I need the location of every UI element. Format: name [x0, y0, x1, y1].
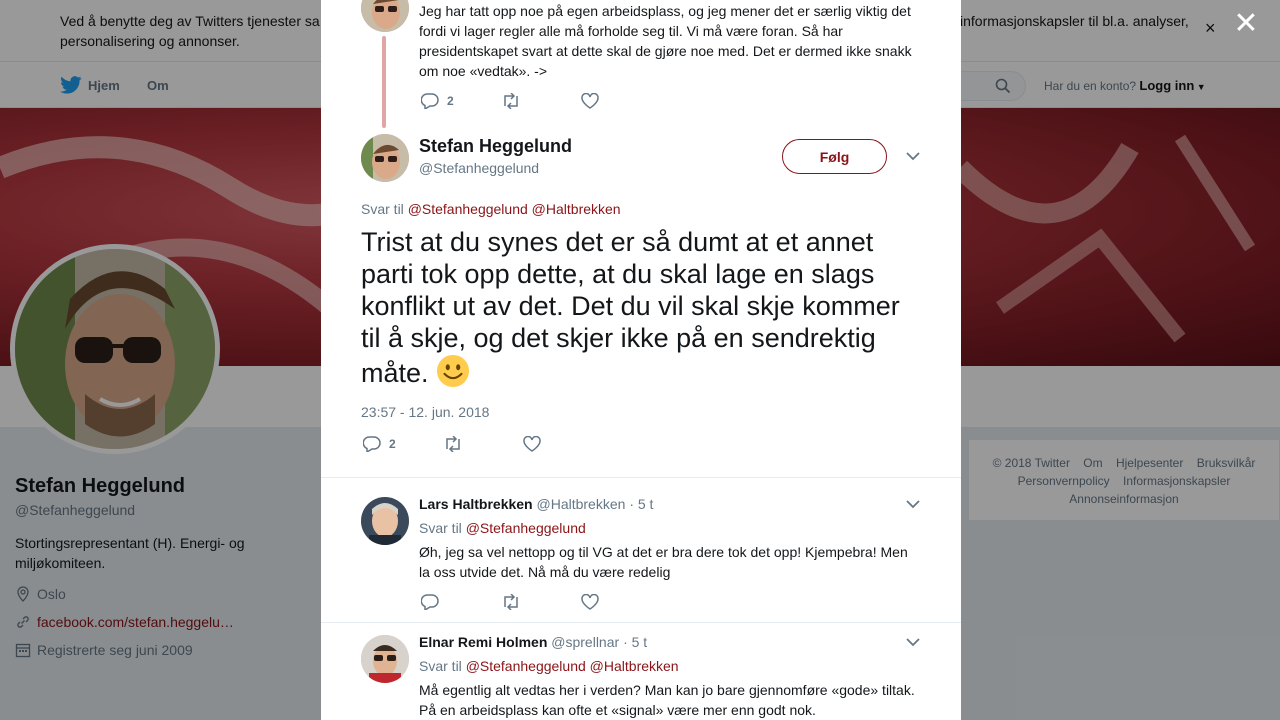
reply-to-mention[interactable]: @Stefanheggelund	[408, 201, 528, 217]
smiley-emoji-icon	[436, 354, 470, 388]
reply-to-mention[interactable]: @Haltbrekken	[532, 201, 621, 217]
reply-author-name[interactable]: Elnar Remi Holmen	[419, 634, 547, 650]
divider	[321, 477, 961, 478]
reply-author[interactable]: Elnar Remi Holmen @sprellnar · 5 t	[419, 634, 647, 650]
prev-tweet-text: Jeg har tatt opp noe på egen arbeidsplas…	[419, 3, 912, 79]
main-tweet-avatar[interactable]	[361, 134, 409, 182]
prev-tweet-actions: 2	[421, 93, 661, 109]
main-tweet-reply-to: Svar til @Stefanheggelund @Haltbrekken	[361, 201, 621, 217]
like-button[interactable]	[581, 93, 661, 109]
reply-text: Øh, jeg sa vel nettopp og til VG at det …	[419, 544, 908, 580]
reply-icon	[421, 594, 439, 610]
reply-author-handle[interactable]: @sprellnar	[551, 634, 619, 650]
reply-icon	[421, 93, 439, 109]
divider	[321, 622, 961, 623]
reply-avatar[interactable]	[361, 635, 409, 683]
reply-avatar[interactable]	[361, 497, 409, 545]
reply-reply-to: Svar til @Stefanheggelund	[419, 520, 586, 536]
chevron-down-icon[interactable]	[906, 499, 920, 509]
like-button[interactable]	[523, 436, 603, 452]
chevron-down-icon[interactable]	[906, 637, 920, 647]
chevron-down-icon[interactable]	[906, 151, 920, 161]
reply-to-prefix: Svar til	[419, 658, 462, 674]
reply-text: Må egentlig alt vedtas her i verden? Man…	[419, 682, 915, 718]
reply-count: 2	[389, 437, 396, 451]
reply-icon	[363, 436, 381, 452]
reply-actions	[421, 594, 661, 610]
reply-time[interactable]: · 5 t	[629, 496, 653, 512]
heart-icon	[523, 436, 541, 452]
reply-author-handle[interactable]: @Haltbrekken	[537, 496, 626, 512]
main-tweet-actions: 2	[363, 436, 603, 452]
reply-to-mention[interactable]: @Stefanheggelund	[466, 658, 586, 674]
main-tweet-author-name[interactable]: Stefan Heggelund	[419, 136, 572, 157]
reply-count: 2	[447, 94, 454, 108]
thread-connector	[382, 36, 386, 128]
reply-author[interactable]: Lars Haltbrekken @Haltbrekken · 5 t	[419, 496, 653, 512]
heart-icon	[581, 93, 599, 109]
prev-tweet-avatar[interactable]	[361, 0, 409, 32]
reply-author-name[interactable]: Lars Haltbrekken	[419, 496, 533, 512]
reply-reply-to: Svar til @Stefanheggelund @Haltbrekken	[419, 658, 679, 674]
heart-icon	[581, 594, 599, 610]
retweet-icon	[504, 93, 518, 109]
reply-to-prefix: Svar til	[361, 201, 404, 217]
like-button[interactable]	[581, 594, 661, 610]
retweet-button[interactable]	[501, 93, 581, 109]
retweet-icon	[504, 594, 518, 610]
reply-button[interactable]: 2	[363, 436, 443, 452]
reply-button[interactable]	[421, 594, 501, 610]
reply-to-mention[interactable]: @Haltbrekken	[590, 658, 679, 674]
reply-to-prefix: Svar til	[419, 520, 462, 536]
retweet-button[interactable]	[443, 436, 523, 452]
main-tweet-text: Trist at du synes det er så dumt at et a…	[361, 226, 921, 389]
main-tweet-timestamp[interactable]: 23:57 - 12. jun. 2018	[361, 404, 489, 420]
tweet-modal: Jeg har tatt opp noe på egen arbeidsplas…	[321, 0, 961, 720]
reply-to-mention[interactable]: @Stefanheggelund	[466, 520, 586, 536]
close-modal-button[interactable]: ✕	[1232, 9, 1260, 39]
reply-button[interactable]: 2	[421, 93, 501, 109]
reply-time[interactable]: · 5 t	[623, 634, 647, 650]
main-tweet-author-handle[interactable]: @Stefanheggelund	[419, 160, 539, 176]
retweet-icon	[446, 436, 460, 452]
follow-button[interactable]: Følg	[782, 139, 887, 174]
retweet-button[interactable]	[501, 594, 581, 610]
